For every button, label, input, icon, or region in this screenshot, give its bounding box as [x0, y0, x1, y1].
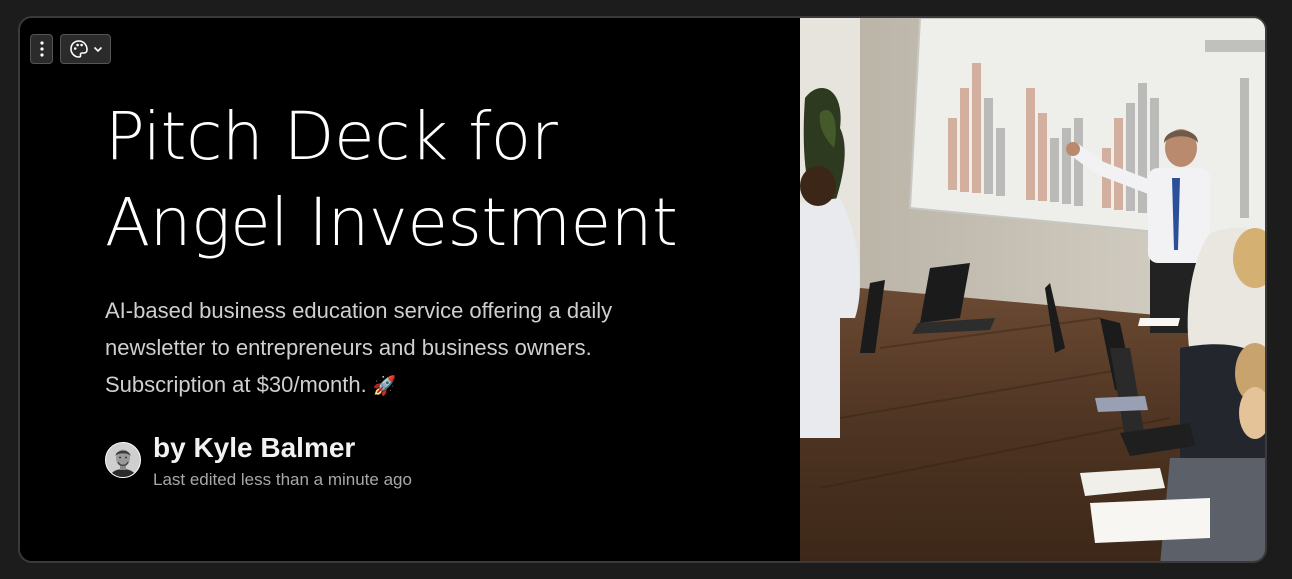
chevron-down-icon [93, 46, 102, 52]
description-line: Subscription at $30/month. [105, 372, 367, 397]
description-line: AI-based business education service offe… [105, 298, 613, 323]
meeting-room-photo [800, 18, 1265, 561]
deck-description: AI-based business education service offe… [105, 292, 665, 405]
vertical-dots-icon [39, 41, 44, 57]
deck-title-line: Pitch Deck for [105, 98, 558, 175]
deck-title[interactable]: Pitch Deck for Angel Investment [105, 94, 678, 266]
presentation-card: Pitch Deck for Angel Investment AI-based… [18, 16, 1267, 563]
avatar[interactable] [105, 442, 141, 478]
rocket-emoji: 🚀 [372, 376, 397, 397]
theme-picker-button[interactable] [60, 34, 111, 64]
palette-icon [69, 40, 88, 58]
author-name: by Kyle Balmer [153, 432, 356, 463]
deck-title-line: Angel Investment [105, 184, 678, 261]
card-text-panel: Pitch Deck for Angel Investment AI-based… [20, 18, 800, 561]
more-options-button[interactable] [30, 34, 53, 64]
description-line: newsletter to entrepreneurs and business… [105, 335, 592, 360]
last-edited-text: Last edited less than a minute ago [153, 470, 412, 489]
cover-image[interactable] [800, 18, 1265, 561]
